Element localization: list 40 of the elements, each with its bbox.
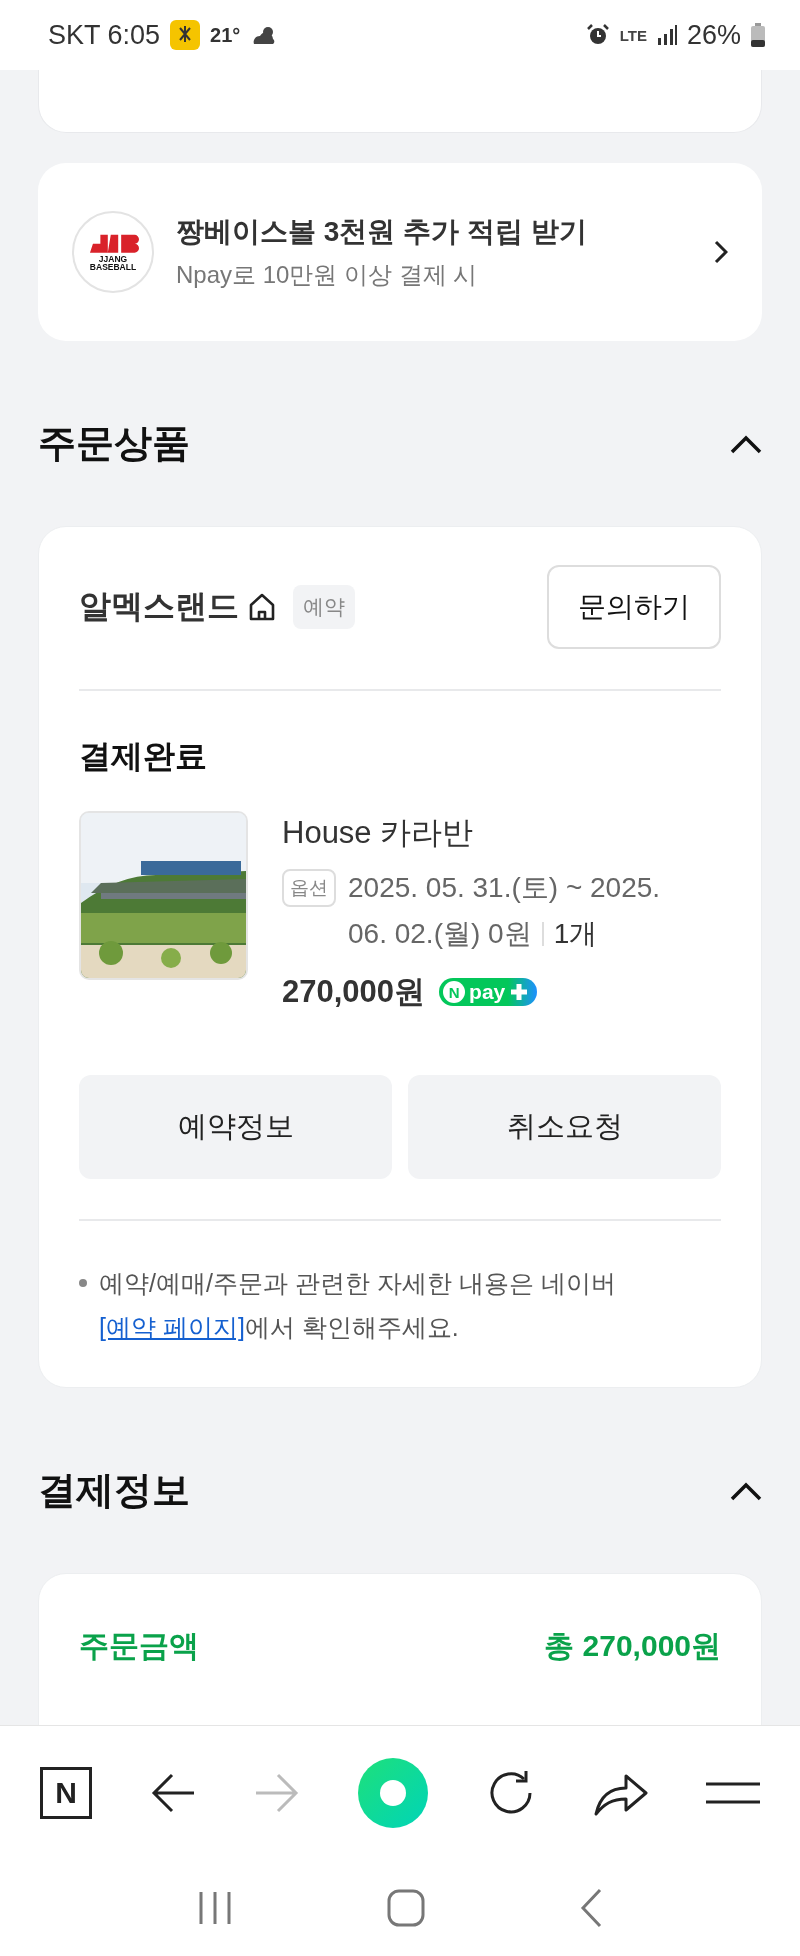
home-button-icon[interactable] <box>387 1889 425 1927</box>
bullet-icon <box>79 1279 87 1287</box>
naver-home-button[interactable]: N <box>40 1767 92 1819</box>
temperature: 21° <box>210 23 241 47</box>
back-arrow-icon[interactable] <box>150 1772 196 1814</box>
action-button[interactable]: 예약정보 <box>79 1075 392 1179</box>
home-icon <box>247 592 277 622</box>
chevron-icon[interactable] <box>730 1480 762 1501</box>
option-text: 2025. 05. 31.(토) ~ 2025. 06. 02.(월) 0원 1개 <box>348 871 662 951</box>
app-notification-icon <box>170 20 201 50</box>
brand-logo: JJANG BASEBALL <box>72 211 154 293</box>
chevron-icon[interactable] <box>730 433 762 454</box>
signal-icon <box>656 25 677 45</box>
network-type: LTE <box>619 26 647 44</box>
price: 270,000원 <box>282 973 426 1011</box>
battery-icon <box>751 23 765 47</box>
action-button[interactable]: 취소요청 <box>408 1075 721 1179</box>
alarm-icon <box>585 23 610 47</box>
section-title: 결제정보 <box>38 1468 190 1513</box>
notice-text: 예약/예매/주문과 관련한 자세한 내용은 네이버 [예약 페이지]에서 확인해주세요. <box>99 1268 617 1343</box>
section-title: 주문상품 <box>38 421 190 466</box>
reservation-badge: 예약 <box>293 585 355 629</box>
order-amount: 총 270,000원 <box>544 1628 721 1664</box>
battery-percent: 26% <box>686 19 741 51</box>
promo-subtitle: Npay로 10만원 이상 결제 시 <box>176 260 479 290</box>
seller-name[interactable]: 알멕스랜드 <box>79 585 239 629</box>
chevron-right-icon <box>714 240 728 264</box>
product-name: House 카라반 <box>282 814 475 852</box>
carrier-time: SKT 6:05 <box>48 19 161 51</box>
option-tag: 옵션 <box>282 869 336 907</box>
order-amount-label: 주문금액 <box>79 1628 199 1664</box>
reservation-page-link[interactable]: [예약 페이지] <box>99 1313 245 1341</box>
recent-apps-icon[interactable] <box>197 1890 232 1926</box>
inquiry-button[interactable]: 문의하기 <box>547 565 721 649</box>
menu-icon[interactable] <box>706 1782 760 1804</box>
promo-banner[interactable]: JJANG BASEBALL 짱베이스볼 3천원 추가 적립 받기 Npay로 10만원 이상 결제 시 <box>38 163 762 341</box>
back-icon[interactable] <box>580 1888 603 1928</box>
npay-badge: N pay <box>439 978 538 1006</box>
promo-title: 짱베이스볼 3천원 추가 적립 받기 <box>176 215 588 249</box>
payment-status: 결제완료 <box>79 737 208 776</box>
